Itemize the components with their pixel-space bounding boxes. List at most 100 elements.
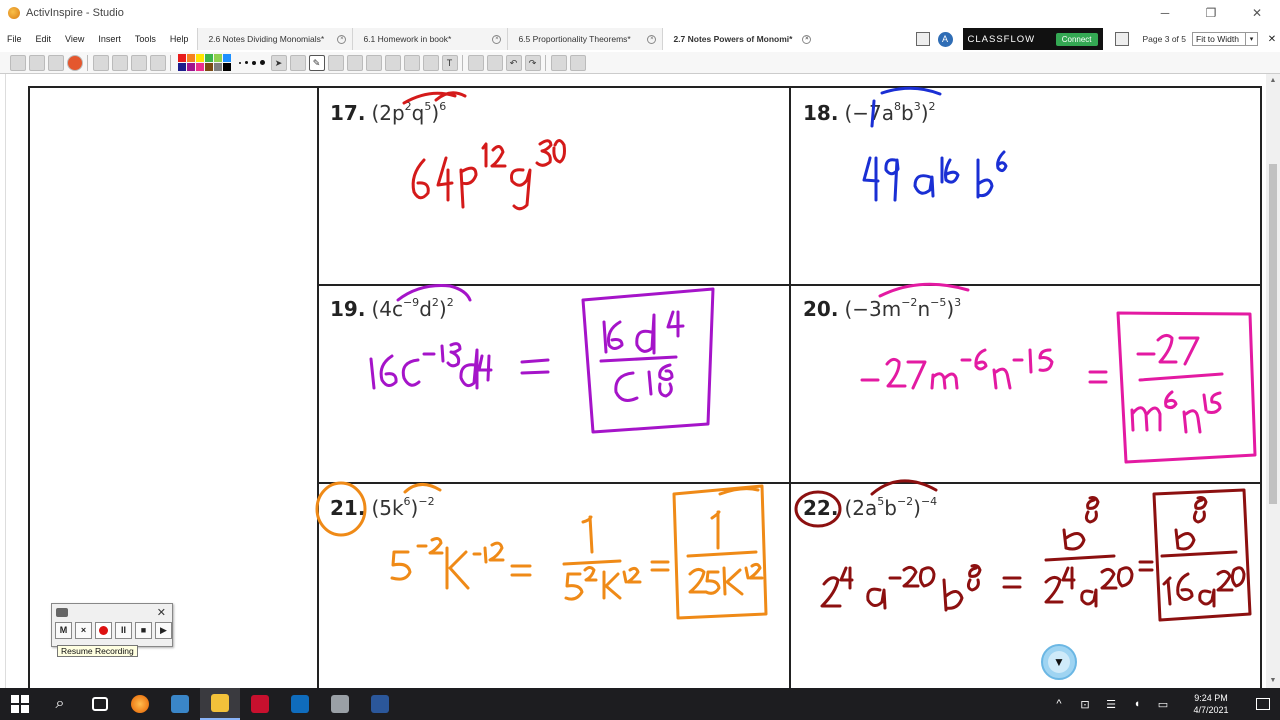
pen-width-small[interactable] xyxy=(239,61,241,64)
classflow-connect-button[interactable]: Connect xyxy=(1055,32,1098,46)
pause-button[interactable]: II xyxy=(115,622,132,639)
page-scroll-button[interactable]: ▼ xyxy=(1041,644,1077,680)
eraser-tool-icon[interactable] xyxy=(346,54,363,71)
play-button[interactable]: ▶ xyxy=(155,622,172,639)
shape-tool-icon[interactable] xyxy=(403,54,420,71)
pen-tool-icon[interactable]: ✎ xyxy=(308,54,325,71)
zoom-select-value: Fit to Width xyxy=(1196,34,1239,44)
menu-tools[interactable]: Tools xyxy=(128,34,163,44)
wifi-icon[interactable]: ☰ xyxy=(1098,698,1124,711)
close-recorder-icon[interactable]: ✕ xyxy=(157,606,166,619)
tab-powers-of-monomials[interactable]: 2.7 Notes Powers of Monomi* × xyxy=(662,28,818,50)
magic-ink-icon[interactable] xyxy=(365,54,382,71)
select-tool-icon[interactable]: ➤ xyxy=(270,54,287,71)
color-swatch[interactable] xyxy=(205,54,213,62)
tab-close-icon[interactable]: × xyxy=(492,34,502,44)
menu-edit[interactable]: Edit xyxy=(29,34,59,44)
taskbar-acrobat[interactable] xyxy=(240,688,280,720)
close-flipchart-icon[interactable]: ✕ xyxy=(1264,34,1280,45)
flipchart-page[interactable] xyxy=(28,86,1262,692)
tab-close-icon[interactable]: × xyxy=(647,34,657,44)
undo-icon[interactable]: ↶ xyxy=(505,54,522,71)
start-button[interactable] xyxy=(0,688,40,720)
network-icon[interactable]: ⊡ xyxy=(1072,698,1098,711)
globe-icon[interactable] xyxy=(149,54,166,71)
highlighter-tool-icon[interactable] xyxy=(327,54,344,71)
color-swatch[interactable] xyxy=(187,54,195,62)
restore-button[interactable]: ❐ xyxy=(1188,0,1234,26)
page-browser-icon[interactable] xyxy=(915,32,930,46)
color-swatch[interactable] xyxy=(178,54,186,62)
next-page-icon[interactable] xyxy=(111,54,128,71)
pen-width-xlarge[interactable] xyxy=(260,60,265,65)
revealer-icon[interactable] xyxy=(467,54,484,71)
menu-view[interactable]: View xyxy=(58,34,91,44)
pen-width-medium[interactable] xyxy=(245,61,248,64)
tab-close-icon[interactable]: × xyxy=(802,34,812,44)
stop-button[interactable]: ■ xyxy=(135,622,152,639)
problem-expression: (−7a8b3)2 xyxy=(844,100,936,125)
reset-page-icon[interactable] xyxy=(486,54,503,71)
activinspire-icon xyxy=(171,695,189,713)
color-swatch[interactable] xyxy=(214,54,222,62)
color-swatch[interactable] xyxy=(214,63,222,71)
scroll-down-icon[interactable]: ▼ xyxy=(1266,674,1280,688)
taskbar-firefox[interactable] xyxy=(120,688,160,720)
stop-icon[interactable] xyxy=(66,54,83,71)
taskbar-app[interactable] xyxy=(320,688,360,720)
color-swatch[interactable] xyxy=(196,63,204,71)
taskbar-outlook[interactable] xyxy=(280,688,320,720)
save-icon[interactable] xyxy=(47,54,64,71)
tab-proportionality-theorems[interactable]: 6.5 Proportionality Theorems* × xyxy=(507,28,663,50)
grid-icon[interactable] xyxy=(1114,32,1129,46)
volume-icon[interactable]: ◖ xyxy=(1124,698,1150,710)
recorder-cancel-button[interactable]: × xyxy=(75,622,92,639)
color-swatch[interactable] xyxy=(196,54,204,62)
redo-icon[interactable]: ↷ xyxy=(524,54,541,71)
minimize-button[interactable]: ─ xyxy=(1142,0,1188,26)
taskbar-clock[interactable]: 9:24 PM 4/7/2021 xyxy=(1176,692,1246,716)
activinspire-dashboard-icon[interactable]: A xyxy=(937,31,953,47)
desktop-annotate-icon[interactable] xyxy=(130,54,147,71)
previous-page-icon[interactable] xyxy=(92,54,109,71)
vertical-scrollbar[interactable]: ▲ ▼ xyxy=(1266,74,1280,688)
menu-insert[interactable]: Insert xyxy=(91,34,128,44)
problem-19: 19. (4c−9d2)2 xyxy=(330,296,454,321)
activinspire-logo-icon xyxy=(8,7,20,19)
task-view-button[interactable] xyxy=(80,688,120,720)
menu-help[interactable]: Help xyxy=(163,34,196,44)
scrollbar-thumb[interactable] xyxy=(1269,164,1277,504)
open-icon[interactable] xyxy=(28,54,45,71)
color-swatch[interactable] xyxy=(178,63,186,71)
clear-icon[interactable] xyxy=(550,54,567,71)
search-button[interactable]: ⌕ xyxy=(40,688,80,720)
marquee-tool-icon[interactable] xyxy=(289,54,306,71)
scroll-up-icon[interactable]: ▲ xyxy=(1266,74,1280,88)
notification-center-button[interactable] xyxy=(1246,698,1280,710)
color-swatch[interactable] xyxy=(223,54,231,62)
keyboard-icon[interactable]: ▭ xyxy=(1150,698,1176,711)
taskbar-file-explorer[interactable] xyxy=(200,688,240,720)
taskbar-word[interactable] xyxy=(360,688,400,720)
record-button[interactable] xyxy=(95,622,112,639)
show-hidden-icons[interactable]: ^ xyxy=(1046,698,1072,710)
color-swatch[interactable] xyxy=(187,63,195,71)
main-menu-icon[interactable] xyxy=(9,54,26,71)
color-swatch[interactable] xyxy=(205,63,213,71)
pen-width-large[interactable] xyxy=(252,60,256,65)
zoom-select[interactable]: Fit to Width ▾ xyxy=(1192,32,1258,46)
color-swatch[interactable] xyxy=(223,63,231,71)
problem-expression: (2a5b−2)−4 xyxy=(844,495,938,520)
close-window-button[interactable]: ✕ xyxy=(1234,0,1280,26)
recorder-menu-button[interactable]: M xyxy=(55,622,72,639)
tab-dividing-monomials[interactable]: 2.6 Notes Dividing Monomials* × xyxy=(197,28,353,50)
menu-file[interactable]: File xyxy=(0,34,29,44)
text-tool-icon[interactable]: T xyxy=(441,54,458,71)
tab-homework-in-book[interactable]: 6.1 Homework in book* × xyxy=(352,28,508,50)
problem-expression: (5k6)−2 xyxy=(371,495,435,520)
fill-tool-icon[interactable] xyxy=(384,54,401,71)
connector-tool-icon[interactable] xyxy=(422,54,439,71)
toolbox-icon[interactable] xyxy=(569,54,586,71)
tab-close-icon[interactable]: × xyxy=(337,34,347,44)
taskbar-activinspire[interactable] xyxy=(160,688,200,720)
